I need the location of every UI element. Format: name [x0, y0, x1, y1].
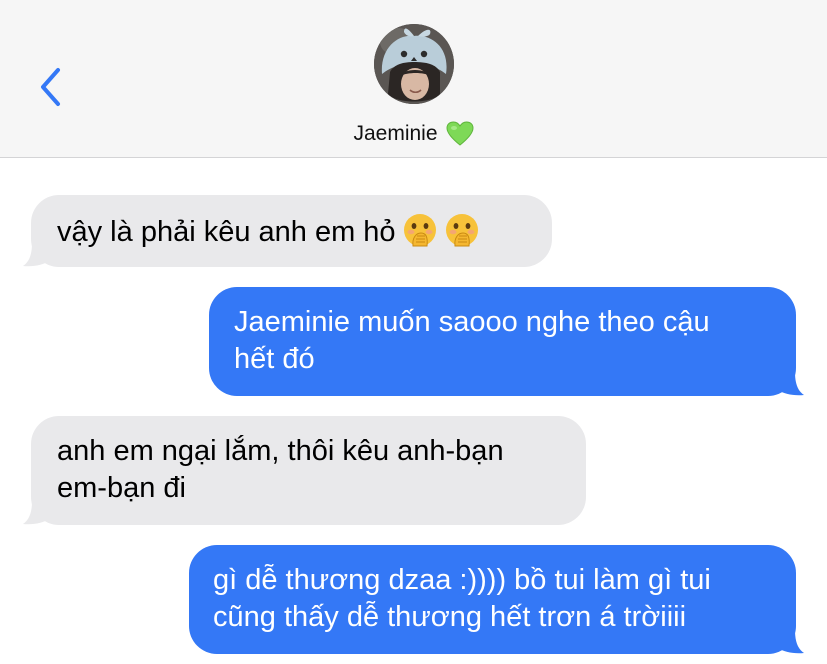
received-message[interactable]: anh em ngại lắm, thôi kêu anh-bạn em-bạn… [23, 416, 586, 525]
bubble-tail [778, 630, 804, 654]
message-line: hết đó [234, 343, 315, 375]
chevron-left-icon [41, 68, 60, 106]
bubble-tail [23, 501, 49, 525]
sent-message[interactable]: gì dễ thương dzaa :)))) bồ tui làm gì tu… [189, 545, 804, 654]
bubble-tail [778, 372, 804, 396]
contact-avatar[interactable] [374, 24, 454, 104]
conversation-header: Jaeminie [0, 0, 827, 158]
green-heart-icon [446, 121, 474, 146]
contact-name: Jaeminie [353, 122, 438, 145]
contact-title[interactable]: Jaeminie [0, 118, 827, 150]
message-line: em-bạn đi [57, 472, 186, 504]
sent-message[interactable]: Jaeminie muốn saooo nghe theo cậu hết đó [209, 287, 804, 396]
bubble-tail [23, 243, 49, 267]
back-button[interactable] [30, 64, 70, 110]
hand-over-mouth-icon [403, 214, 436, 247]
message-line: Jaeminie muốn saooo nghe theo cậu [234, 306, 710, 338]
message-line: cũng thấy dễ thương hết trơn á trờiiii [213, 601, 687, 633]
message-line: anh em ngại lắm, thôi kêu anh-bạn [57, 435, 504, 467]
hand-over-mouth-icon [445, 214, 478, 247]
message-line: gì dễ thương dzaa :)))) bồ tui làm gì tu… [213, 564, 711, 596]
message-text: vậy là phải kêu anh em hỏ [57, 212, 526, 251]
message-thread[interactable]: vậy là phải kêu anh em hỏ Jaeminie muốn … [0, 159, 827, 664]
received-message[interactable]: vậy là phải kêu anh em hỏ [23, 195, 552, 267]
